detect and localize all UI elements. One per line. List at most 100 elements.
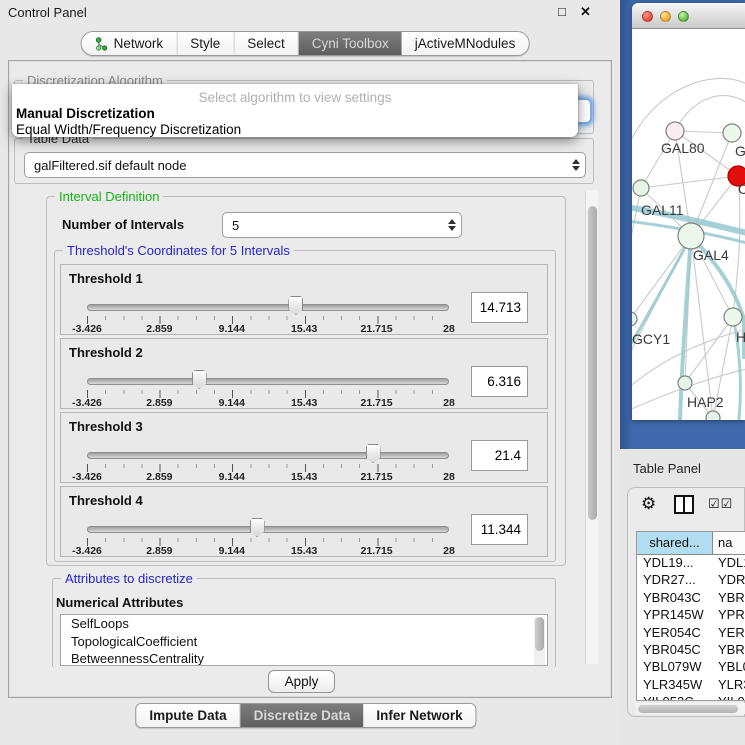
list-item[interactable]: SelfLoops [61,615,547,633]
tab-cyni-toolbox-label: Cyni Toolbox [312,36,389,51]
scrollbar-thumb[interactable] [535,617,544,651]
numerical-attributes-list[interactable]: SelfLoops TopologicalCoefficient Between… [60,614,548,666]
algorithm-option-manual[interactable]: Manual Discretization [16,106,155,121]
threshold-2-value-field[interactable]: 6.316 [471,366,528,397]
column-header-shared-name[interactable]: shared... [637,532,713,554]
network-graph: GAL80 GAL11 GAL4 GCY1 HAP2 G. C H [632,29,745,420]
table-row[interactable]: YPR145WYPR1 [637,607,745,624]
table-row[interactable]: YBL079WYBL0 [637,659,745,676]
column-header-name[interactable]: na [713,532,745,554]
gear-icon[interactable]: ⚙ [641,494,656,514]
cyni-bottom-tabbar: Impute Data Discretize Data Infer Networ… [135,703,476,728]
number-of-intervals-value: 5 [223,218,443,233]
table-row[interactable]: YDR27...YDR2 [637,572,745,589]
slider-tick-labels: -3.4262.8599.14415.4321.71528 [87,397,449,409]
threshold-2-box: Threshold 2 -3.4262.8599.14415.4321.7152… [60,338,548,409]
threshold-4-value-field[interactable]: 11.344 [471,514,528,545]
node-gcy1[interactable] [632,312,637,326]
network-canvas[interactable]: GAL80 GAL11 GAL4 GCY1 HAP2 G. C H [632,29,745,420]
threshold-4-slider[interactable] [87,526,449,533]
threshold-2-slider-thumb[interactable] [192,370,207,389]
float-window-icon[interactable]: □ [558,4,566,19]
network-window-titlebar[interactable] [632,3,745,29]
settings-vertical-scrollbar[interactable] [585,190,598,664]
node-label: GAL11 [641,202,684,218]
node-label: GCY1 [632,331,670,347]
table-data-combobox[interactable]: galFiltered.sif default node [24,152,586,178]
threshold-2-label: Threshold 2 [69,345,143,360]
table-row[interactable]: YDL19...YDL1 [637,555,745,572]
split-columns-icon[interactable] [674,495,694,514]
slider-tick-labels: -3.4262.8599.14415.4321.71528 [87,323,449,335]
threshold-1-value-field[interactable]: 14.713 [471,292,528,323]
tab-discretize-data-label: Discretize Data [254,708,351,723]
maximize-window-icon[interactable] [678,11,689,22]
node-gal11[interactable] [633,180,649,196]
table-row[interactable]: YBR043CYBR0 [637,590,745,607]
node-label: HAP2 [687,394,724,410]
tab-select[interactable]: Select [234,32,299,55]
tab-network-label: Network [114,36,164,51]
tab-jactivemnodules[interactable]: jActiveMNodules [402,32,529,55]
close-window-icon[interactable] [642,11,653,22]
control-panel-tabbar: Network Style Select Cyni Toolbox jActiv… [81,31,530,56]
node-gal4[interactable] [678,223,704,249]
threshold-1-box: Threshold 1 -3.4262.8599.14415.4321.7152… [60,264,548,335]
tab-impute-data[interactable]: Impute Data [136,704,240,727]
number-of-intervals-combobox[interactable]: 5 [222,212,462,238]
node-label: C [738,181,745,197]
scrollbar-thumb[interactable] [588,206,597,520]
node-top-right[interactable] [723,124,741,142]
threshold-3-value-field[interactable]: 21.4 [471,440,528,471]
threshold-1-slider[interactable] [87,304,449,311]
apply-button[interactable]: Apply [268,670,335,693]
tab-impute-data-label: Impute Data [149,708,226,723]
node-bottom[interactable] [706,411,720,420]
tab-style[interactable]: Style [177,32,234,55]
slider-tick-labels: -3.4262.8599.14415.4321.71528 [87,545,449,557]
tab-network[interactable]: Network [82,32,178,55]
table-row[interactable]: YER054CYER0 [637,625,745,642]
table-row[interactable]: YIL053CYIL0 [637,694,745,701]
threshold-4-label: Threshold 4 [69,493,143,508]
minimize-window-icon[interactable] [660,11,671,22]
combo-stepper-icon [443,219,461,231]
node-label: GAL4 [693,247,729,263]
attributes-list-scrollbar[interactable] [534,617,545,665]
list-item[interactable]: TopologicalCoefficient [61,633,547,651]
network-view-window[interactable]: GAL80 GAL11 GAL4 GCY1 HAP2 G. C H [632,3,745,420]
tab-cyni-toolbox[interactable]: Cyni Toolbox [299,32,402,55]
table-row[interactable]: YLR345WYLR3 [637,677,745,694]
attributes-group-label: Attributes to discretize [61,572,197,585]
table-row[interactable]: YBR045CYBR0 [637,642,745,659]
threshold-1-slider-thumb[interactable] [288,296,303,315]
node-h[interactable] [724,308,742,326]
tab-discretize-data[interactable]: Discretize Data [241,704,364,727]
network-icon [95,37,108,51]
threshold-3-slider[interactable] [87,452,449,459]
app-root: Control Panel □ ✕ Network Style Select C… [0,0,745,745]
threshold-4-slider-thumb[interactable] [250,518,265,537]
algorithm-placeholder-option[interactable]: Select algorithm to view settings [12,90,578,105]
node-gal80[interactable] [666,122,684,140]
algorithm-option-equal-width[interactable]: Equal Width/Frequency Discretization [16,122,241,137]
thresholds-group-label: Threshold's Coordinates for 5 Intervals [63,244,294,257]
numerical-attributes-label: Numerical Attributes [56,595,183,610]
tab-infer-network[interactable]: Infer Network [363,704,475,727]
node-hap2[interactable] [678,376,692,390]
slider-tick-labels: -3.4262.8599.14415.4321.71528 [87,471,449,483]
node-label: H [736,329,745,345]
table-horizontal-scrollbar[interactable] [636,703,745,714]
tab-infer-network-label: Infer Network [376,708,462,723]
list-item[interactable]: BetweennessCentrality [61,650,547,666]
select-columns-icon[interactable]: ☑☑ [708,496,733,512]
threshold-3-label: Threshold 3 [69,419,143,434]
threshold-2-slider[interactable] [87,378,449,385]
scrollbar-thumb[interactable] [638,705,738,713]
threshold-1-label: Threshold 1 [69,271,143,286]
threshold-3-slider-thumb[interactable] [366,444,381,463]
table-panel: ⚙ ☑☑ shared... na YDL19...YDL1 YDR27...Y… [627,487,745,717]
interval-definition-label: Interval Definition [55,190,163,203]
close-panel-icon[interactable]: ✕ [580,4,591,20]
table-panel-title: Table Panel [633,461,701,476]
